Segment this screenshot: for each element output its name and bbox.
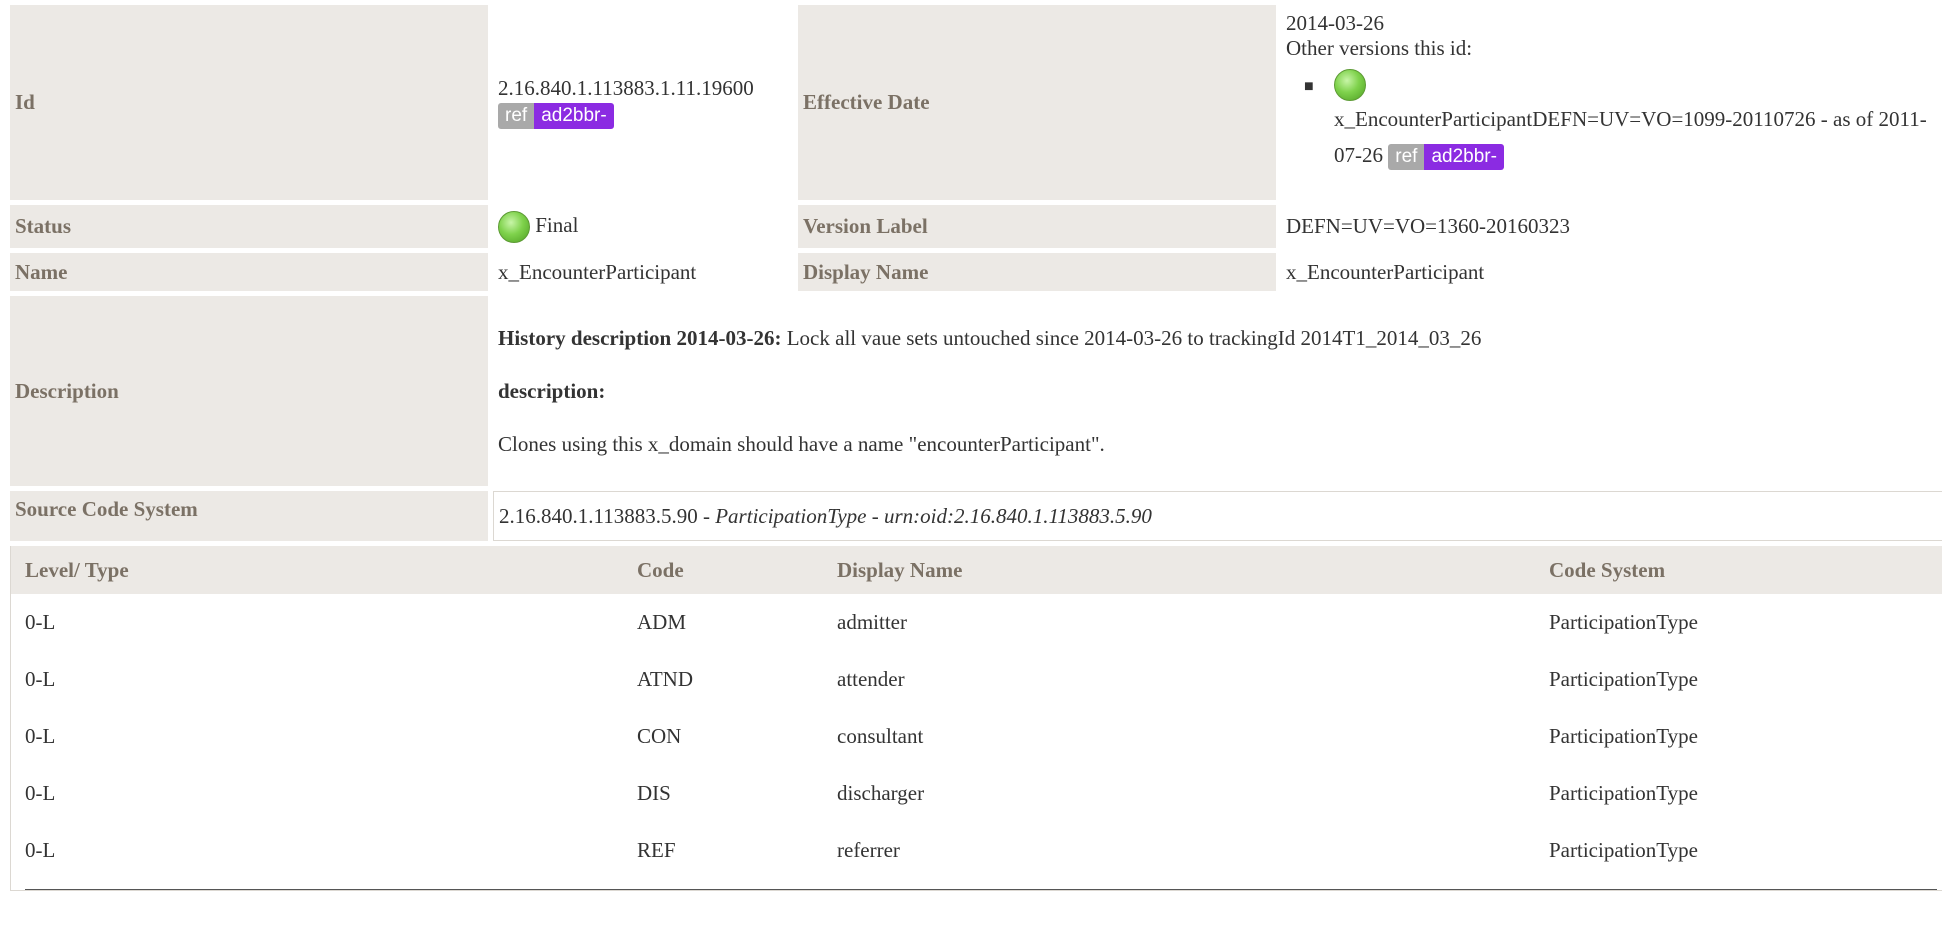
history-text: Lock all vaue sets untouched since 2014-… xyxy=(786,325,1482,350)
source-oid: 2.16.840.1.113883.5.90 xyxy=(499,503,698,528)
description-label: Description xyxy=(10,296,488,486)
level-type-cell: 0-L xyxy=(25,667,56,691)
display-name-label: Display Name xyxy=(798,253,1276,291)
code-system-cell: ParticipationType xyxy=(1549,838,1698,862)
code-system-cell: ParticipationType xyxy=(1549,667,1698,691)
id-value: 2.16.840.1.113883.1.11.19600 xyxy=(498,76,754,101)
level-type-cell: 0-L xyxy=(25,610,56,634)
display-name-value: x_EncounterParticipant xyxy=(1281,253,1942,291)
code-system-cell: ParticipationType xyxy=(1549,781,1698,805)
concept-table: Level/ Type Code Display Name Code Syste… xyxy=(11,546,1942,879)
row-source-code-system: Source Code System 2.16.840.1.113883.5.9… xyxy=(10,491,1942,541)
table-row: 0-L DIS discharger ParticipationType xyxy=(11,765,1942,822)
id-label: Id xyxy=(10,5,488,200)
id-cell: 2.16.840.1.113883.1.11.19600 ref ad2bbr- xyxy=(493,5,793,200)
code-cell: ADM xyxy=(637,610,687,634)
version-label-label: Version Label xyxy=(798,205,1276,248)
level-type-cell: 0-L xyxy=(25,838,56,862)
code-cell: ATND xyxy=(637,667,693,691)
code-cell: DIS xyxy=(637,781,671,805)
ref-tag: ref xyxy=(1388,144,1425,171)
effective-date-cell: 2014-03-26 Other versions this id: ■ x_E… xyxy=(1281,5,1942,200)
level-type-cell: 0-L xyxy=(25,724,56,748)
effective-date-label: Effective Date xyxy=(798,5,1276,200)
header-level-type: Level/ Type xyxy=(11,546,623,594)
header-display-name: Display Name xyxy=(823,546,1535,594)
description-title: description: xyxy=(498,378,606,403)
table-row: 0-L REF referrer ParticipationType xyxy=(11,822,1942,879)
status-final-icon xyxy=(498,210,530,243)
source-code-system-label: Source Code System xyxy=(10,491,488,541)
row-status: Status Final Version Label DEFN=UV=VO=13… xyxy=(10,205,1942,248)
code-cell: CON xyxy=(637,724,682,748)
display-name-cell: discharger xyxy=(837,781,925,805)
table-row: 0-L ATND attender ParticipationType xyxy=(11,651,1942,708)
display-name-cell: consultant xyxy=(837,724,924,748)
description-cell: History description 2014-03-26: Lock all… xyxy=(493,296,1942,486)
name-label: Name xyxy=(10,253,488,291)
row-id: Id 2.16.840.1.113883.1.11.19600 ref ad2bb… xyxy=(10,5,1942,200)
code-system-cell: ParticipationType xyxy=(1549,724,1698,748)
row-description: Description History description 2014-03-… xyxy=(10,296,1942,486)
version-label-value: DEFN=UV=VO=1360-20160323 xyxy=(1281,205,1942,248)
concept-header-row: Level/ Type Code Display Name Code Syste… xyxy=(11,546,1942,594)
status-label: Status xyxy=(10,205,488,248)
source-code-system-cell: 2.16.840.1.113883.5.90 - ParticipationTy… xyxy=(493,491,1942,541)
ref-tag: ref xyxy=(498,102,535,129)
other-version-item: ■ x_EncounterParticipantDEFN=UV=VO=1099-… xyxy=(1304,65,1942,173)
display-name-cell: admitter xyxy=(837,610,907,634)
other-versions-list: ■ x_EncounterParticipantDEFN=UV=VO=1099-… xyxy=(1286,65,1942,173)
source-urn: urn:oid:2.16.840.1.113883.5.90 xyxy=(884,503,1152,528)
ad2bbr-tag: ad2bbr- xyxy=(1424,144,1504,171)
description-text: Clones using this x_domain should have a… xyxy=(498,431,1105,456)
table-row: 0-L CON consultant ParticipationType xyxy=(11,708,1942,765)
valueset-metadata-table: Id 2.16.840.1.113883.1.11.19600 ref ad2bb… xyxy=(5,0,1942,546)
ad2bbr-tag: ad2bbr- xyxy=(534,102,614,129)
status-value: Final xyxy=(535,212,579,237)
name-value: x_EncounterParticipant xyxy=(493,253,793,291)
code-system-cell: ParticipationType xyxy=(1549,610,1698,634)
header-code: Code xyxy=(623,546,823,594)
level-type-cell: 0-L xyxy=(25,781,56,805)
row-name: Name x_EncounterParticipant Display Name… xyxy=(10,253,1942,291)
history-description: History description 2014-03-26: Lock all… xyxy=(498,326,1942,351)
table-divider xyxy=(25,889,1937,890)
status-cell: Final xyxy=(493,205,793,248)
code-cell: REF xyxy=(637,838,676,862)
other-versions-label: Other versions this id: xyxy=(1286,36,1473,60)
history-title: History description 2014-03-26: xyxy=(498,325,782,350)
effective-date-value: 2014-03-26 xyxy=(1286,11,1384,35)
other-version-ref-badge[interactable]: ref ad2bbr- xyxy=(1388,144,1504,171)
source-name: ParticipationType xyxy=(715,503,867,528)
status-active-icon xyxy=(1334,69,1366,102)
header-code-system: Code System xyxy=(1535,546,1942,594)
display-name-cell: attender xyxy=(837,667,905,691)
bullet-icon: ■ xyxy=(1304,78,1314,95)
display-name-cell: referrer xyxy=(837,838,900,862)
concept-list: Level/ Type Code Display Name Code Syste… xyxy=(10,546,1942,891)
id-ref-badge[interactable]: ref ad2bbr- xyxy=(498,102,614,129)
table-row: 0-L ADM admitter ParticipationType xyxy=(11,594,1942,651)
